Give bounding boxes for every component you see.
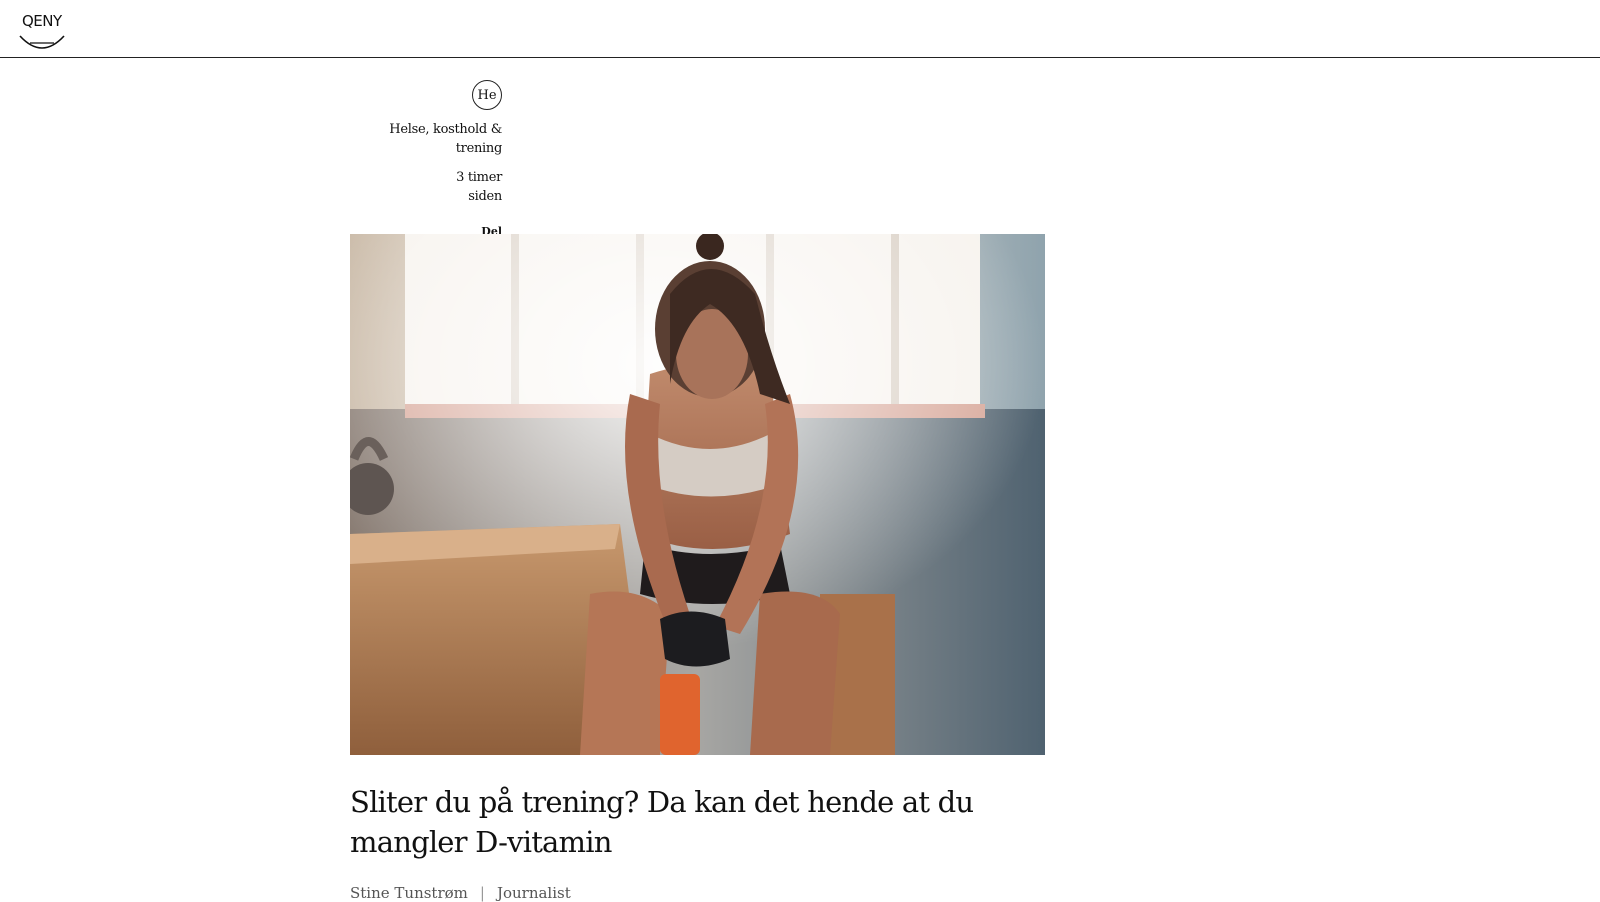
category-label[interactable]: Helse, kosthold & trening — [350, 120, 502, 158]
author-name[interactable]: Stine Tunstrøm — [350, 884, 468, 902]
logo-text: QENY — [22, 12, 62, 30]
site-logo[interactable]: QENY — [18, 12, 66, 52]
byline: Stine Tunstrøm | Journalist — [350, 884, 571, 902]
article-meta: He Helse, kosthold & trening 3 timer sid… — [350, 80, 502, 239]
byline-divider: | — [479, 884, 485, 902]
site-header: QENY — [0, 0, 1600, 58]
author-role: Journalist — [496, 884, 571, 902]
article-title: Sliter du på trening? Da kan det hende a… — [350, 785, 974, 859]
gym-athlete-photo — [350, 234, 1045, 755]
published-time: 3 timer siden — [456, 170, 502, 204]
category-badge[interactable]: He — [472, 80, 502, 110]
hero-image — [350, 234, 1045, 755]
